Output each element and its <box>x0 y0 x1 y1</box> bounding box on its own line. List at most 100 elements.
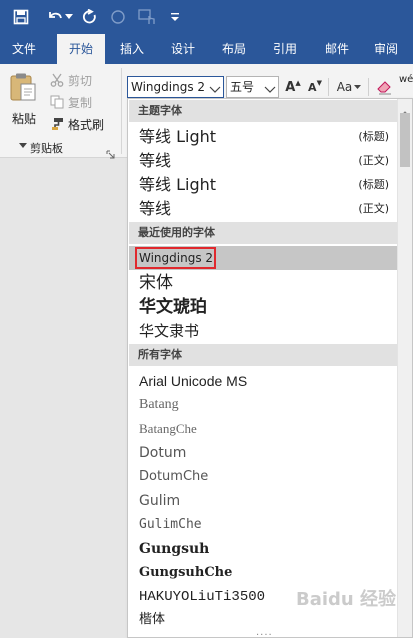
tab-mailings[interactable]: 邮件 <box>313 34 361 64</box>
font-item-name: Batang <box>139 397 179 412</box>
group-separator <box>121 68 122 154</box>
watermark-text: Baidu 经验 <box>296 589 397 610</box>
font-item[interactable]: 楷体 <box>129 609 397 631</box>
font-item-name: Gungsuh <box>139 541 210 557</box>
grow-font-label: A <box>285 79 296 95</box>
tab-insert[interactable]: 插入 <box>108 34 156 64</box>
cut-button[interactable]: 剪切 <box>48 70 106 90</box>
circle-icon[interactable] <box>107 6 129 28</box>
eraser-icon <box>377 81 391 95</box>
font-item-name: GulimChe <box>139 517 202 532</box>
font-item-theme-body[interactable]: 等线 (正文) <box>129 197 397 221</box>
font-item-name: 等线 Light <box>139 127 217 146</box>
font-item-name: 等线 Light <box>139 175 217 194</box>
tab-home[interactable]: 开始 <box>57 34 105 64</box>
phonetic-guide-partial[interactable]: wé <box>399 74 413 85</box>
tab-file[interactable]: 文件 <box>0 34 48 64</box>
font-size-value: 五号 <box>230 80 255 94</box>
quick-access-toolbar <box>0 0 413 34</box>
tab-design[interactable]: 设计 <box>159 34 207 64</box>
paintbrush-icon <box>50 116 64 135</box>
font-item[interactable]: Arial Unicode MS <box>129 369 397 393</box>
font-item[interactable]: GulimChe <box>129 513 397 537</box>
font-item-tag: (标题) <box>358 178 389 191</box>
group-separator <box>368 78 369 96</box>
font-item-name: 等线 <box>139 151 172 170</box>
clear-formatting-button[interactable] <box>374 76 396 98</box>
tab-review[interactable]: 审阅 <box>362 34 410 64</box>
scrollbar-thumb[interactable] <box>400 113 410 167</box>
font-item-name: BatangChe <box>139 421 197 436</box>
save-icon[interactable] <box>10 6 32 28</box>
font-item-tag: (正文) <box>358 202 389 215</box>
font-item[interactable]: Gungsuh <box>129 537 397 561</box>
font-item-name: 等线 <box>139 199 172 218</box>
font-item-theme-heading[interactable]: 等线 Light (标题) <box>129 173 397 197</box>
font-item-name: Dotum <box>139 445 187 461</box>
undo-icon[interactable] <box>44 6 66 28</box>
section-header-all-fonts: 所有字体 <box>129 344 397 366</box>
font-size-combobox[interactable]: 五号 <box>226 76 279 98</box>
change-case-label: Aa <box>336 80 353 94</box>
change-case-button[interactable]: Aa <box>334 76 364 98</box>
font-item-name: 华文隶书 <box>139 322 200 340</box>
font-item[interactable]: 华文琥珀 <box>129 295 397 319</box>
ribbon-tabs: 文件 开始 插入 设计 布局 引用 邮件 审阅 <box>0 34 413 64</box>
font-item[interactable]: Gulim <box>129 489 397 513</box>
customize-qat-icon[interactable] <box>168 6 182 28</box>
touch-mode-icon[interactable] <box>136 6 158 28</box>
format-painter-button[interactable]: 格式刷 <box>48 114 110 134</box>
font-item-selected[interactable]: Wingdings 2 <box>129 246 397 270</box>
font-item-name: Arial Unicode MS <box>139 373 248 389</box>
font-item-name: 宋体 <box>139 273 173 293</box>
font-item[interactable]: 宋体 <box>129 271 397 295</box>
redo-icon[interactable] <box>79 6 101 28</box>
font-item-theme-heading[interactable]: 等线 Light (标题) <box>129 125 397 149</box>
font-item-name: Wingdings 2 <box>139 251 214 265</box>
paste-label: 粘贴 <box>12 112 37 126</box>
font-name-value: Wingdings 2 <box>131 80 206 94</box>
copy-label: 复制 <box>68 96 93 110</box>
font-item[interactable]: BatangChe <box>129 417 397 441</box>
font-item[interactable]: Dotum <box>129 441 397 465</box>
scissors-icon <box>50 72 64 91</box>
shrink-font-label: A <box>308 80 317 94</box>
font-item[interactable]: Batang <box>129 393 397 417</box>
resize-grip-icon[interactable]: ···· <box>256 630 273 637</box>
dropdown-scrollbar[interactable] <box>397 99 412 637</box>
paste-button[interactable]: 粘贴 <box>6 70 40 128</box>
tab-references[interactable]: 引用 <box>261 34 309 64</box>
format-painter-label: 格式刷 <box>68 118 105 132</box>
chevron-down-icon[interactable] <box>209 81 221 93</box>
font-item-tag: (正文) <box>358 154 389 167</box>
font-item-name: 华文琥珀 <box>139 297 207 317</box>
dialog-launcher-icon[interactable] <box>106 144 115 163</box>
font-name-combobox[interactable]: Wingdings 2 <box>127 76 224 98</box>
section-header-theme-fonts: 主题字体 <box>129 100 397 122</box>
tab-layout[interactable]: 布局 <box>210 34 258 64</box>
font-item[interactable]: DotumChe <box>129 465 397 489</box>
font-item[interactable]: 华文隶书 <box>129 319 397 343</box>
watermark-logo: Baidu 经验 <box>296 585 396 611</box>
clipboard-icon <box>9 72 37 106</box>
group-separator <box>328 78 329 96</box>
copy-button[interactable]: 复制 <box>48 92 106 112</box>
grow-font-button[interactable]: A ▲ <box>284 76 302 98</box>
font-item-name: 楷体 <box>139 612 166 627</box>
font-item-tag: (标题) <box>358 130 389 143</box>
cut-label: 剪切 <box>68 74 93 88</box>
font-item-name: GungsuhChe <box>139 565 233 580</box>
font-item-theme-body[interactable]: 等线 (正文) <box>129 149 397 173</box>
font-item-name: DotumChe <box>139 469 209 484</box>
shrink-font-button[interactable]: A ▼ <box>306 76 324 98</box>
font-item-name: HAKUYOLiuTi3500 <box>139 589 266 605</box>
undo-dropdown-icon[interactable] <box>64 6 74 28</box>
clipboard-group-label: 剪贴板 <box>30 142 63 155</box>
copy-icon <box>50 94 64 113</box>
font-item-name: Gulim <box>139 493 181 509</box>
section-header-recent-fonts: 最近使用的字体 <box>129 222 397 244</box>
paste-dropdown-icon[interactable] <box>19 134 27 153</box>
chevron-down-icon[interactable] <box>264 81 276 93</box>
font-item[interactable]: GungsuhChe <box>129 561 397 585</box>
font-dropdown-list: 主题字体 等线 Light (标题) 等线 (正文) 等线 Light (标题)… <box>127 98 413 638</box>
